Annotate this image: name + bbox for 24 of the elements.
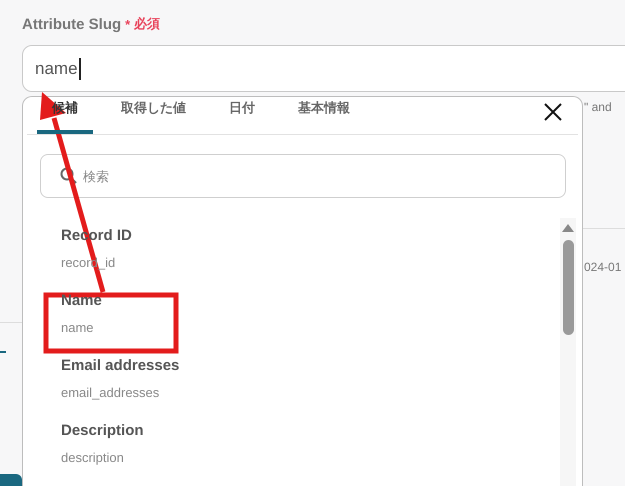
option-title[interactable]: Email addresses (61, 356, 180, 376)
search-field[interactable]: 検索 (40, 154, 566, 198)
scrollbar-thumb[interactable] (562, 240, 574, 335)
scrollbar[interactable] (560, 218, 576, 486)
search-icon (60, 167, 77, 184)
option-key: name (61, 319, 94, 337)
tab[interactable]: 基本情報 (283, 99, 365, 134)
scroll-up-icon[interactable] (562, 224, 574, 232)
tab[interactable]: 日付 (214, 99, 270, 134)
option-key: description (61, 449, 124, 467)
option-title[interactable]: Description (61, 421, 144, 441)
background-text: 024-01 (583, 260, 622, 274)
accent-mark (0, 351, 6, 353)
tab[interactable]: 取得した値 (106, 99, 201, 134)
required-text: 必須 (134, 15, 160, 33)
text-cursor (78, 58, 81, 80)
field-label: Attribute Slug (22, 16, 122, 32)
background-text: " and (583, 100, 612, 114)
button-edge[interactable] (0, 474, 22, 486)
slug-input-field[interactable]: name (22, 45, 625, 92)
close-icon[interactable] (544, 103, 562, 121)
option-key: email_addresses (61, 384, 160, 402)
required-mark: * (125, 16, 130, 32)
option-title[interactable]: Name (61, 291, 102, 311)
